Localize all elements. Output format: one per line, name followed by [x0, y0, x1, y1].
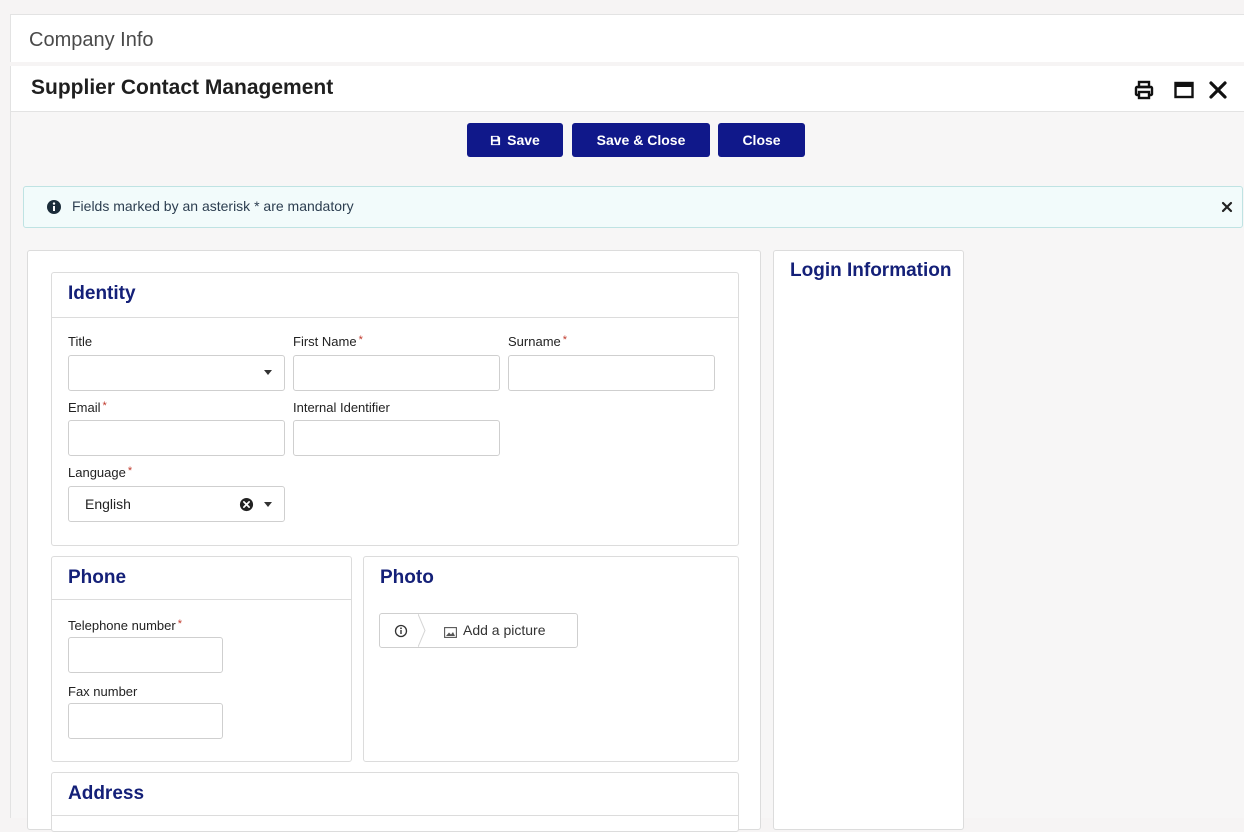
identity-section: Identity Title First Name * Surname * Emai…	[51, 272, 739, 546]
login-information-panel: Login Information	[773, 250, 964, 830]
supplier-contact-modal: Supplier Contact Management Save Save & …	[10, 66, 1244, 832]
language-value: English	[85, 496, 131, 512]
company-info-title: Company Info	[29, 29, 154, 51]
identity-heading: Identity	[68, 283, 136, 304]
photo-heading: Photo	[380, 567, 434, 588]
surname-input[interactable]	[508, 355, 715, 391]
save-close-label: Save & Close	[596, 132, 686, 148]
close-label: Close	[742, 132, 781, 148]
close-window-icon[interactable]	[1206, 78, 1230, 102]
save-label: Save	[507, 132, 540, 148]
print-icon[interactable]	[1132, 78, 1156, 102]
internal-identifier-input[interactable]	[293, 420, 500, 456]
save-icon	[491, 135, 501, 145]
modal-header: Supplier Contact Management	[11, 66, 1244, 112]
email-input[interactable]	[68, 420, 285, 456]
phone-section: Phone Telephone number * Fax number	[51, 556, 352, 762]
first-name-input[interactable]	[293, 355, 500, 391]
notice-text: Fields marked by an asterisk * are manda…	[72, 198, 354, 214]
chevron-right-icon	[417, 613, 426, 648]
phone-divider	[52, 599, 351, 600]
info-icon	[46, 199, 62, 220]
address-heading: Address	[68, 783, 145, 804]
image-icon	[444, 625, 457, 643]
maximize-icon[interactable]	[1172, 78, 1196, 102]
login-information-heading: Login Information	[790, 260, 952, 281]
language-select[interactable]: English	[68, 486, 285, 522]
chevron-down-icon	[264, 370, 272, 375]
save-button[interactable]: Save	[467, 123, 563, 157]
photo-upload-control[interactable]: Add a picture	[379, 613, 578, 648]
internal-identifier-label: Internal Identifier	[293, 400, 390, 415]
close-button[interactable]: Close	[718, 123, 805, 157]
fax-label: Fax number	[68, 684, 138, 699]
address-divider	[52, 815, 738, 816]
dismiss-notice-icon[interactable]	[1220, 200, 1234, 219]
clear-icon[interactable]	[239, 497, 254, 517]
photo-section: Photo Add a picture	[363, 556, 739, 762]
language-label: Language *	[68, 465, 133, 480]
info-circle-icon[interactable]	[394, 624, 408, 643]
save-and-close-button[interactable]: Save & Close	[572, 123, 710, 157]
first-name-label: First Name *	[293, 334, 363, 349]
identity-divider	[52, 317, 738, 318]
add-picture-label: Add a picture	[463, 622, 546, 638]
phone-heading: Phone	[68, 567, 127, 588]
telephone-input[interactable]	[68, 637, 223, 673]
modal-title: Supplier Contact Management	[31, 76, 334, 99]
title-select[interactable]	[68, 355, 285, 391]
mandatory-notice: Fields marked by an asterisk * are manda…	[23, 186, 1243, 228]
language-chevron-down-icon	[264, 502, 272, 507]
telephone-label: Telephone number *	[68, 618, 182, 633]
company-info-bar: Company Info	[10, 14, 1244, 62]
surname-label: Surname *	[508, 334, 568, 349]
fax-input[interactable]	[68, 703, 223, 739]
email-label: Email *	[68, 400, 107, 415]
address-section: Address	[51, 772, 739, 832]
title-label: Title	[68, 334, 93, 349]
